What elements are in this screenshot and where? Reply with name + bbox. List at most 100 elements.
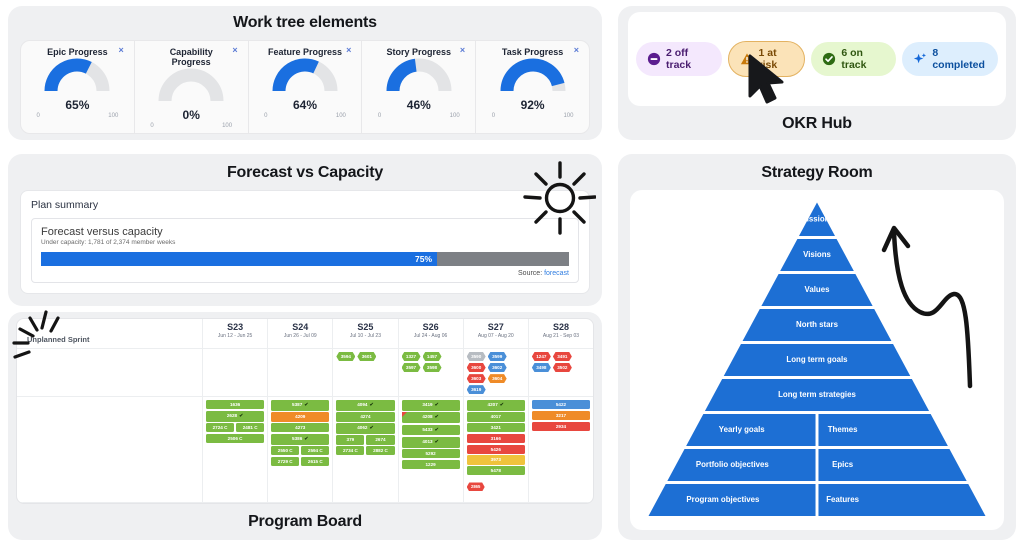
work-item-badge[interactable]: 1247 bbox=[531, 352, 551, 362]
okr-chip-ontrack[interactable]: 6 on track bbox=[811, 42, 897, 76]
board-mini-card[interactable]: 2674 bbox=[366, 435, 395, 445]
work-item-badge[interactable]: 3598 bbox=[422, 363, 442, 373]
sprint-dates: Jul 10 - Jul 23 bbox=[349, 333, 381, 339]
board-mini-card[interactable]: 2729 C bbox=[271, 456, 300, 467]
board-card[interactable]: 3421 bbox=[466, 423, 525, 433]
sprint-header-S24[interactable]: S24 Jun 26 - Jul 09 bbox=[267, 319, 332, 348]
board-card[interactable]: 4013 ✔ bbox=[401, 436, 460, 448]
okr-chip-offtrack[interactable]: 2 off track bbox=[636, 42, 722, 76]
board-card[interactable]: 5426 bbox=[466, 444, 525, 454]
pyramid-tier-label-right: Epics bbox=[832, 460, 854, 469]
sun-doodle-icon bbox=[516, 156, 597, 243]
board-card[interactable]: 4207 ✔ bbox=[466, 400, 525, 411]
board-mini-card[interactable]: 2882 C bbox=[366, 446, 395, 456]
board-mini-card[interactable]: 2724 C bbox=[206, 423, 235, 433]
close-icon[interactable]: × bbox=[119, 46, 124, 55]
board-card[interactable]: 5422 bbox=[531, 400, 591, 410]
board-card[interactable]: 2934 bbox=[531, 421, 591, 431]
unplanned-cell-S26[interactable]: 1327 1457 3597 3598 bbox=[397, 349, 463, 396]
work-item-badge[interactable]: 3619 bbox=[466, 385, 486, 395]
work-item-badge[interactable]: 3599 bbox=[487, 352, 507, 362]
work-item-badge[interactable]: 3498 bbox=[531, 363, 551, 373]
strategy-pyramid-card: Missions Visions Values North stars Long ter… bbox=[630, 190, 1004, 530]
sprint-header-S27[interactable]: S27 Aug 07 - Aug 20 bbox=[462, 319, 528, 348]
sprint-header-S26[interactable]: S26 Jul 24 - Aug 06 bbox=[397, 319, 463, 348]
okr-chip-completed[interactable]: 8 completed bbox=[902, 42, 999, 76]
board-card[interactable]: 4208 ✔ bbox=[401, 412, 460, 423]
work-item-badge[interactable]: 3602 bbox=[487, 363, 507, 373]
source-link[interactable]: forecast bbox=[544, 270, 569, 277]
planned-cell-S27[interactable]: 4207 ✔ 4017 3421 3166 5426 3973 5478 2865 bbox=[462, 397, 528, 502]
gauge-value: 64% bbox=[292, 98, 317, 112]
work-item-badge[interactable]: 3601 bbox=[357, 352, 377, 362]
work-item-badge[interactable]: 3502 bbox=[552, 363, 572, 373]
unplanned-cell-S28[interactable]: 1247 3491 3498 3502 bbox=[527, 349, 593, 396]
work-item-badge[interactable]: 3597 bbox=[401, 363, 421, 373]
close-icon[interactable]: × bbox=[460, 46, 465, 55]
gauge-max-label: 100 bbox=[335, 113, 346, 119]
gauge-card-capability-progress: Capability Progress × 0% 0 100 bbox=[135, 41, 249, 133]
planned-cell-S25[interactable]: 4094 ✔ 4274 4062 ✔ 379 2674 2734 C 2882 C bbox=[332, 397, 397, 502]
board-card[interactable]: 4209 bbox=[271, 412, 330, 422]
planned-cell-S23[interactable]: 1636 2628 ✔ 2724 C 2481 C 2506 C bbox=[202, 397, 267, 502]
board-card[interactable]: 5386 ✔ bbox=[271, 433, 330, 445]
work-item-badge[interactable]: 2865 bbox=[466, 482, 485, 492]
forecast-source-line: Source: forecast bbox=[41, 270, 569, 277]
gauge-title: Capability Progress × bbox=[169, 45, 238, 68]
board-mini-card[interactable]: 2734 C bbox=[336, 446, 365, 456]
sprint-header-S25[interactable]: S25 Jul 10 - Jul 23 bbox=[332, 319, 397, 348]
work-item-badge[interactable]: 3594 bbox=[336, 352, 356, 362]
board-card[interactable]: 4274 bbox=[336, 412, 395, 422]
board-card[interactable]: 3166 bbox=[466, 433, 525, 444]
work-item-badge[interactable]: 1327 bbox=[401, 352, 421, 362]
board-mini-card[interactable]: 2506 C bbox=[206, 433, 265, 444]
sprint-header-S23[interactable]: S23 Jun 12 - Jun 25 bbox=[202, 319, 267, 348]
board-mini-card[interactable]: 2615 C bbox=[301, 456, 330, 467]
board-mini-card[interactable]: 2481 C bbox=[236, 423, 265, 433]
work-item-badge[interactable]: 3590 bbox=[466, 352, 486, 362]
okr-chip-atrisk[interactable]: 1 at risk bbox=[727, 41, 806, 77]
work-item-badge[interactable]: 3600 bbox=[466, 363, 486, 373]
gauge-title: Epic Progress × bbox=[47, 45, 124, 58]
work-item-badge[interactable]: 3604 bbox=[487, 374, 507, 384]
board-card[interactable]: 4017 bbox=[466, 412, 525, 422]
board-card[interactable]: 3217 bbox=[531, 410, 591, 421]
sprint-name: S27 bbox=[487, 322, 504, 332]
unplanned-cell-S27[interactable]: 3590 3599 3600 3602 3603 3604 3619 bbox=[462, 349, 528, 396]
close-icon[interactable]: × bbox=[346, 46, 351, 55]
work-item-badge[interactable]: 3491 bbox=[552, 352, 572, 362]
sprint-header-S28[interactable]: S28 Aug 21 - Sep 03 bbox=[527, 319, 593, 348]
board-card[interactable]: 3973 bbox=[466, 455, 525, 465]
board-mini-card[interactable]: 379 bbox=[336, 435, 365, 445]
close-icon[interactable]: × bbox=[574, 46, 579, 55]
board-card[interactable]: 1636 bbox=[206, 400, 265, 410]
board-card[interactable]: 3419 ✔ bbox=[401, 400, 460, 411]
board-card[interactable]: 4273 bbox=[271, 423, 330, 433]
strategy-room-quadrant: Strategy Room Missions Visions Values North… bbox=[610, 148, 1024, 546]
planned-cell-S26[interactable]: 3419 ✔ 4208 ✔ 5433 ✔ 4013 ✔ 5292 1229 bbox=[397, 397, 463, 502]
work-item-badge[interactable]: 1457 bbox=[422, 352, 442, 362]
strategy-room-panel: Strategy Room Missions Visions Values North… bbox=[618, 154, 1016, 540]
unplanned-cell-S24[interactable] bbox=[267, 349, 332, 396]
unplanned-cell-S23[interactable] bbox=[202, 349, 267, 396]
unplanned-cell-S25[interactable]: 3594 3601 bbox=[332, 349, 397, 396]
program-board-title: Program Board bbox=[248, 513, 362, 530]
board-card[interactable]: 5292 bbox=[401, 449, 460, 459]
board-card[interactable]: 5387 ✔ bbox=[271, 400, 330, 411]
check-icon: ✔ bbox=[304, 402, 309, 408]
close-icon[interactable]: × bbox=[232, 46, 237, 55]
board-card[interactable]: 5433 ✔ bbox=[401, 424, 460, 436]
left-bottom-quadrant: Forecast vs Capacity Plan summary Foreca… bbox=[0, 148, 610, 546]
board-card[interactable]: 2628 ✔ bbox=[206, 410, 265, 422]
work-item-badge[interactable]: 3603 bbox=[466, 374, 486, 384]
planned-cell-S28[interactable]: 5422 3217 2934 bbox=[527, 397, 593, 502]
board-card[interactable]: 4094 ✔ bbox=[336, 400, 395, 411]
board-mini-card[interactable]: 1229 bbox=[401, 459, 460, 470]
board-mini-card[interactable]: 2594 C bbox=[301, 446, 330, 456]
board-card[interactable]: 5478 bbox=[466, 466, 525, 476]
board-card[interactable]: 4062 ✔ bbox=[336, 423, 395, 434]
planned-cell-S24[interactable]: 5387 ✔ 4209 4273 5386 ✔ 2550 C 2594 C 2729 C 2615… bbox=[267, 397, 332, 502]
sprint-dates: Jun 12 - Jun 25 bbox=[217, 333, 253, 339]
sprint-name: S26 bbox=[422, 322, 439, 332]
board-mini-card[interactable]: 2550 C bbox=[271, 446, 300, 456]
